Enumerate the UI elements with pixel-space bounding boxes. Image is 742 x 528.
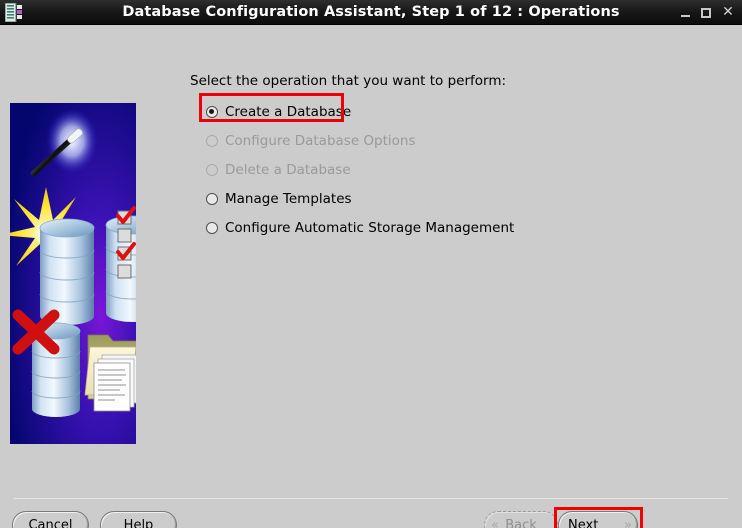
radio-button-icon [206,134,218,147]
back-button-label: Back [505,517,537,528]
database-wizard-graphic [10,103,136,444]
next-button[interactable]: Next » [558,511,638,528]
title-bar[interactable]: Database Configuration Assistant, Step 1… [0,0,742,25]
back-button: « Back [484,511,558,528]
radio-button-icon[interactable] [206,105,218,118]
radio-option-configure-database-options: Configure Database Options [206,126,626,155]
radio-option-manage-templates[interactable]: Manage Templates [206,184,626,213]
chevron-left-icon: « [491,517,499,528]
window-title: Database Configuration Assistant, Step 1… [122,4,620,20]
minimize-icon [680,14,690,17]
help-button[interactable]: Help [100,511,177,528]
minimize-button[interactable] [674,0,696,25]
maximize-icon [701,7,711,18]
radio-option-label: Configure Automatic Storage Management [225,219,515,236]
footer-separator [14,498,728,499]
radio-option-configure-automatic-storage-management[interactable]: Configure Automatic Storage Management [206,213,626,242]
cancel-button[interactable]: Cancel [12,511,89,528]
maximize-button[interactable] [695,0,717,25]
radio-option-label: Create a Database [225,103,352,120]
dialog-content: Select the operation that you want to pe… [0,25,742,528]
operation-radio-group: Create a Database Configure Database Opt… [206,97,626,242]
chevron-right-icon: » [624,517,632,528]
radio-button-icon [206,163,218,176]
application-window: Database Configuration Assistant, Step 1… [0,0,742,528]
radio-button-icon[interactable] [206,221,218,234]
next-button-label: Next [568,517,599,528]
page-title: Select the operation that you want to pe… [190,73,507,89]
radio-button-icon[interactable] [206,192,218,205]
radio-option-create-a-database[interactable]: Create a Database [206,97,626,126]
radio-option-delete-a-database: Delete a Database [206,155,626,184]
radio-option-label: Delete a Database [225,161,351,178]
close-button[interactable]: ✕ [717,0,739,25]
radio-option-label: Manage Templates [225,190,352,207]
radio-option-label: Configure Database Options [225,132,416,149]
